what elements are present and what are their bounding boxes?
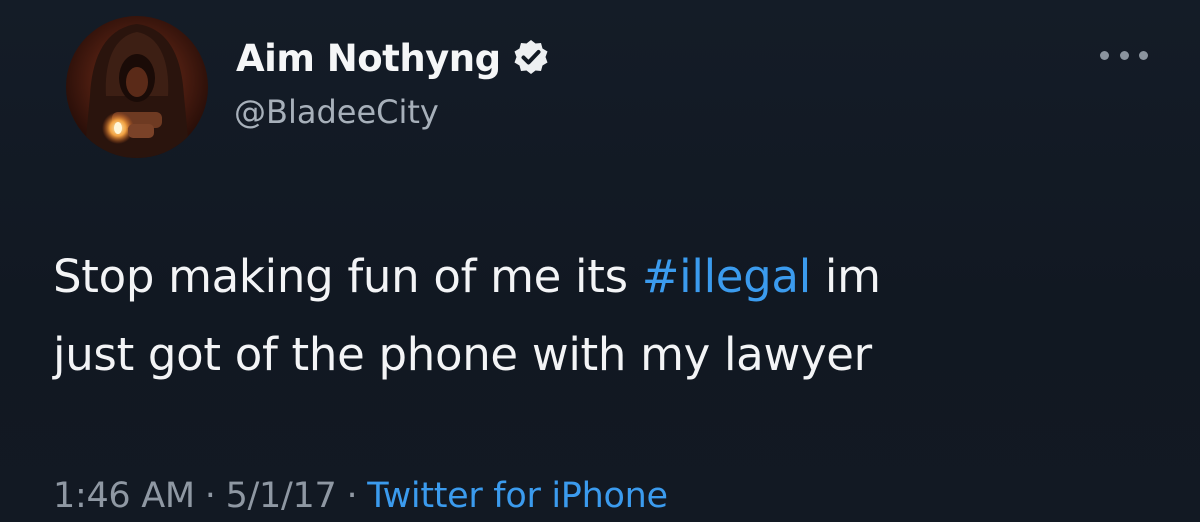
dot — [1119, 50, 1129, 60]
tweet-card: Aim Nothyng @BladeeCity Stop making fun … — [0, 0, 1200, 522]
tweet-text-segment: Stop making fun of me its — [53, 250, 642, 303]
hashtag-link[interactable]: #illegal — [642, 250, 811, 303]
tweet-source-link[interactable]: Twitter for iPhone — [367, 476, 668, 516]
avatar[interactable] — [66, 16, 208, 158]
user-name-row[interactable]: Aim Nothyng — [236, 34, 551, 82]
tweet-text-segment: im — [810, 250, 881, 303]
verified-badge-icon — [511, 38, 551, 78]
separator: · — [204, 476, 216, 516]
tweet-text-line-2: just got of the phone with my lawyer — [53, 328, 872, 381]
hooded-figure-icon — [66, 16, 208, 158]
user-handle[interactable]: @BladeeCity — [234, 93, 439, 131]
display-name[interactable]: Aim Nothyng — [236, 37, 501, 80]
tweet-text: Stop making fun of me its #illegal im ju… — [53, 238, 1173, 394]
tweet-time[interactable]: 1:46 AM — [53, 476, 195, 516]
tweet-date[interactable]: 5/1/17 — [226, 476, 337, 516]
separator: · — [346, 476, 358, 516]
dot — [1100, 50, 1109, 60]
dot — [1139, 50, 1148, 60]
tweet-text-line-1: Stop making fun of me its #illegal im — [53, 238, 1173, 316]
more-options-icon[interactable] — [1100, 40, 1148, 70]
tweet-metadata: 1:46 AM · 5/1/17 · Twitter for iPhone — [53, 476, 668, 516]
